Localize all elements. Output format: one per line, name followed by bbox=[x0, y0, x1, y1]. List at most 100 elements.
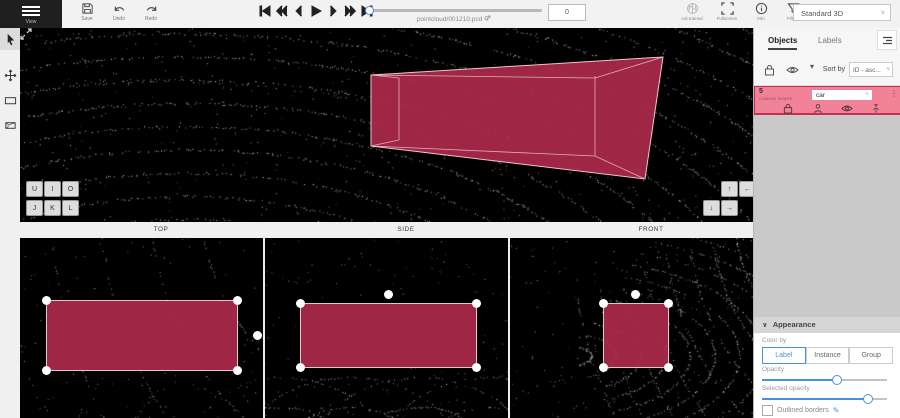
resize-handle[interactable] bbox=[599, 299, 608, 308]
top-view-panel[interactable] bbox=[20, 238, 263, 418]
cuboid-tool-button[interactable] bbox=[0, 89, 20, 111]
main-3d-viewport[interactable]: U I O J K L ↑ ← ↓ → bbox=[20, 28, 760, 222]
selected-opacity-slider[interactable] bbox=[762, 398, 887, 400]
resize-handle[interactable] bbox=[296, 363, 305, 372]
redo-button[interactable]: Redo bbox=[138, 2, 164, 26]
play-button[interactable] bbox=[309, 4, 322, 17]
view-mode-select[interactable]: Standard 3D˅ bbox=[793, 4, 891, 21]
object-type-label: CUBOID SHAPE bbox=[759, 96, 793, 101]
opacity-label: Opacity bbox=[762, 366, 784, 373]
chevron-down-icon: ˅ bbox=[886, 63, 890, 77]
resize-handle[interactable] bbox=[472, 299, 481, 308]
resize-handle[interactable] bbox=[42, 296, 51, 305]
redo-icon bbox=[145, 2, 158, 15]
resize-handle[interactable] bbox=[296, 299, 305, 308]
resize-handle[interactable] bbox=[233, 296, 242, 305]
front-view-label: FRONT bbox=[611, 226, 691, 233]
appearance-section: ∨Appearance Color by Label Instance Grou… bbox=[754, 333, 900, 418]
opacity-slider-knob[interactable] bbox=[832, 375, 842, 385]
key-right-arrow: → bbox=[721, 200, 738, 216]
key-o: O bbox=[62, 181, 79, 197]
visibility-object-icon[interactable] bbox=[841, 103, 853, 114]
selected-opacity-slider-knob[interactable] bbox=[863, 394, 873, 404]
rotate-handle[interactable] bbox=[384, 290, 393, 299]
cuboid-top-projection[interactable] bbox=[46, 300, 238, 371]
side-view-label: SIDE bbox=[366, 226, 446, 233]
rotate-handle[interactable] bbox=[631, 290, 640, 299]
move-tool-button[interactable] bbox=[0, 64, 20, 86]
pin-object-icon[interactable] bbox=[871, 103, 881, 114]
next-frame-button[interactable] bbox=[326, 4, 339, 17]
key-i: I bbox=[44, 181, 61, 197]
cuboid-front-projection[interactable] bbox=[603, 303, 669, 368]
cursor-icon bbox=[4, 33, 17, 46]
chevron-down-icon: ˅ bbox=[865, 90, 869, 101]
sort-by-label: Sort by bbox=[823, 66, 845, 73]
frame-number-input[interactable]: 0 bbox=[548, 4, 586, 21]
lock-all-icon[interactable] bbox=[764, 64, 775, 76]
resize-handle[interactable] bbox=[42, 366, 51, 375]
left-tool-rail bbox=[0, 28, 20, 418]
expand-view-icon[interactable] bbox=[20, 28, 32, 40]
color-by-label-button[interactable]: Label bbox=[762, 347, 806, 364]
color-by-segmented-control: Label Instance Group bbox=[762, 347, 893, 364]
assignee-icon[interactable] bbox=[813, 103, 823, 114]
outlined-borders-label: Outlined borders bbox=[777, 407, 829, 414]
lock-object-icon[interactable] bbox=[783, 103, 793, 114]
info-icon bbox=[755, 2, 768, 15]
front-view-panel[interactable] bbox=[510, 238, 753, 418]
resize-handle[interactable] bbox=[599, 363, 608, 372]
resize-handle[interactable] bbox=[664, 299, 673, 308]
color-by-instance-button[interactable]: Instance bbox=[806, 347, 850, 364]
sort-order-select[interactable]: ID - asc...˅ bbox=[849, 62, 893, 77]
object-id: 5 bbox=[759, 88, 763, 95]
frame-slider[interactable] bbox=[366, 9, 542, 12]
prev-frame-button[interactable] bbox=[292, 4, 305, 17]
select-tool-button[interactable] bbox=[0, 28, 20, 50]
cuboid-annotation-3d[interactable] bbox=[20, 28, 760, 222]
appearance-header[interactable]: ∨Appearance bbox=[754, 317, 900, 333]
side-view-panel[interactable] bbox=[265, 238, 508, 418]
key-k: K bbox=[44, 200, 61, 216]
save-button[interactable]: Save bbox=[74, 2, 100, 26]
projection-box-icon bbox=[4, 119, 17, 132]
frame-slider-knob[interactable] bbox=[365, 6, 374, 15]
tab-objects[interactable]: Objects bbox=[768, 36, 797, 50]
fast-forward-button[interactable] bbox=[343, 4, 356, 17]
resize-handle[interactable] bbox=[664, 363, 673, 372]
undo-button[interactable]: Undo bbox=[106, 2, 132, 26]
menu-label: View bbox=[26, 19, 37, 25]
chevron-down-icon: ˅ bbox=[881, 5, 885, 22]
save-icon bbox=[81, 2, 94, 15]
tab-labels[interactable]: Labels bbox=[818, 36, 842, 48]
resize-handle[interactable] bbox=[472, 363, 481, 372]
top-toolbar: View Save Undo Redo pointcloud/001210.pc… bbox=[0, 0, 900, 29]
pencil-icon[interactable]: ✎ bbox=[833, 406, 840, 415]
panel-toggle-button[interactable] bbox=[877, 30, 897, 50]
outlined-borders-checkbox[interactable] bbox=[762, 405, 773, 416]
projection-tool-button[interactable] bbox=[0, 114, 20, 136]
fast-rewind-button[interactable] bbox=[275, 4, 288, 17]
rotate-handle[interactable] bbox=[253, 331, 262, 340]
object-menu-icon[interactable]: ⋮ bbox=[890, 89, 898, 98]
arrow-key-hints: ↑ ← ↓ → bbox=[703, 181, 754, 216]
link-icon bbox=[484, 15, 491, 22]
visibility-all-icon[interactable] bbox=[786, 64, 799, 76]
ai-model-button[interactable]: not trained bbox=[675, 2, 709, 26]
object-class-select[interactable]: car˅ bbox=[811, 89, 873, 101]
undo-icon bbox=[113, 2, 126, 15]
opacity-slider[interactable] bbox=[762, 379, 887, 381]
cuboid-side-projection[interactable] bbox=[300, 303, 477, 368]
hamburger-icon bbox=[22, 4, 40, 18]
color-by-group-button[interactable]: Group bbox=[849, 347, 893, 364]
hotkey-hints: U I O J K L bbox=[26, 181, 77, 216]
key-u: U bbox=[26, 181, 43, 197]
object-list-item[interactable]: 5 CUBOID SHAPE car˅ ⋮ bbox=[754, 86, 900, 115]
resize-handle[interactable] bbox=[233, 366, 242, 375]
info-button[interactable]: Info bbox=[744, 2, 778, 26]
main-menu-button[interactable]: View bbox=[0, 0, 62, 28]
expand-all-caret-icon[interactable]: ▾ bbox=[810, 62, 814, 71]
fullscreen-button[interactable]: Fullscreen bbox=[710, 2, 744, 26]
skip-start-button[interactable] bbox=[258, 4, 271, 17]
playback-controls bbox=[258, 4, 373, 17]
